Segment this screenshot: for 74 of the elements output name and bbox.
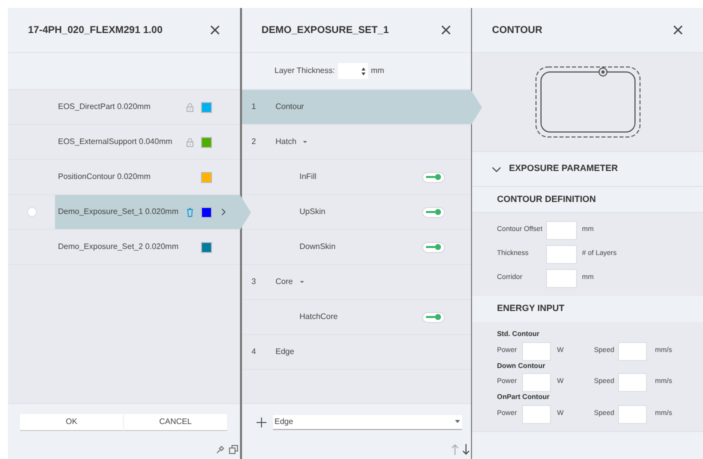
group-title: CONTOUR DEFINITION xyxy=(497,192,596,206)
unit-label: mm xyxy=(370,65,384,77)
input-field[interactable] xyxy=(618,404,647,424)
step-number: 1 xyxy=(250,101,257,113)
spinner-arrows-icon[interactable] xyxy=(360,66,366,76)
step-row[interactable]: 3 Core xyxy=(242,265,470,300)
step-number: 4 xyxy=(250,346,257,358)
step-label: Contour xyxy=(276,101,304,113)
input-field[interactable] xyxy=(618,342,647,360)
input-field[interactable] xyxy=(522,404,551,424)
step-row[interactable]: 2 Hatch xyxy=(242,125,470,160)
sub-step-label: HatchCore xyxy=(300,311,338,323)
sub-step-label: DownSkin xyxy=(300,241,336,253)
item-label: Demo_Exposure_Set_2 0.020mm xyxy=(58,241,180,253)
step-number: 3 xyxy=(250,276,257,288)
input-field[interactable] xyxy=(522,373,551,392)
input-field[interactable] xyxy=(522,342,551,360)
trash-icon[interactable] xyxy=(186,207,194,217)
radio-button[interactable] xyxy=(26,207,36,217)
lock-icon xyxy=(186,138,194,146)
dialog-button[interactable]: CANCEL xyxy=(124,414,227,430)
chevron-down-icon xyxy=(492,166,501,172)
panel-title: 17-4PH_020_FLEXM291 1.00 xyxy=(28,24,163,38)
selection-pointer xyxy=(240,195,251,230)
close-icon[interactable] xyxy=(440,25,450,35)
section-header[interactable]: EXPOSURE PARAMETER xyxy=(472,152,703,187)
panel-title: DEMO_EXPOSURE_SET_1 xyxy=(262,24,389,38)
lock-icon xyxy=(186,102,194,112)
item-label: PositionContour 0.020mm xyxy=(58,171,152,183)
caret-icon[interactable] xyxy=(302,140,308,144)
windows-icon[interactable] xyxy=(229,445,238,454)
list-item[interactable]: EOS_DirectPart 0.020mm xyxy=(55,90,240,124)
step-label: Core xyxy=(276,276,293,288)
toggle-switch[interactable] xyxy=(422,312,444,322)
color-swatch[interactable] xyxy=(201,136,212,148)
group-title: ENERGY INPUT xyxy=(497,302,564,316)
item-label: EOS_ExternalSupport 0.040mm xyxy=(58,136,174,148)
step-number: 2 xyxy=(250,136,257,148)
panel-title: CONTOUR xyxy=(492,24,542,38)
plus-icon[interactable] xyxy=(256,416,266,428)
chevron-right-icon xyxy=(221,208,226,216)
input-field[interactable] xyxy=(546,245,577,264)
list-item[interactable]: PositionContour 0.020mm xyxy=(55,160,240,194)
close-icon[interactable] xyxy=(210,25,220,35)
step-label: Hatch xyxy=(276,136,296,148)
section-title: EXPOSURE PARAMETER xyxy=(509,162,618,176)
item-label: EOS_DirectPart 0.020mm xyxy=(58,101,152,113)
input-field[interactable] xyxy=(618,373,647,392)
sub-step-label: UpSkin xyxy=(300,206,326,218)
color-swatch[interactable] xyxy=(201,242,212,252)
list-item[interactable]: EOS_ExternalSupport 0.040mm xyxy=(55,125,240,159)
input-field[interactable] xyxy=(546,269,577,288)
selection-pointer xyxy=(470,90,482,125)
number-spinner[interactable] xyxy=(338,63,368,79)
list-item[interactable]: Demo_Exposure_Set_2 0.020mm xyxy=(55,230,240,264)
toggle-switch[interactable] xyxy=(422,242,444,252)
dialog-button[interactable]: OK xyxy=(20,414,123,430)
color-swatch[interactable] xyxy=(201,206,212,218)
pin-icon[interactable] xyxy=(216,445,225,454)
toggle-switch[interactable] xyxy=(422,172,444,182)
color-swatch[interactable] xyxy=(201,172,212,182)
step-label: Edge xyxy=(276,346,294,358)
close-icon[interactable] xyxy=(673,25,683,35)
step-row[interactable]: 4 Edge xyxy=(242,335,470,370)
field-label: Layer Thickness: xyxy=(274,65,335,77)
toggle-switch[interactable] xyxy=(422,206,444,218)
step-select[interactable]: Edge xyxy=(272,414,462,430)
item-label: Demo_Exposure_Set_1 0.020mm xyxy=(58,206,180,218)
sub-step-label: InFill xyxy=(300,171,316,183)
arrow-down-icon[interactable] xyxy=(462,444,470,455)
color-swatch[interactable] xyxy=(201,102,212,112)
caret-icon[interactable] xyxy=(298,280,305,284)
dropdown-caret-icon xyxy=(454,420,460,423)
input-field[interactable] xyxy=(546,221,577,240)
